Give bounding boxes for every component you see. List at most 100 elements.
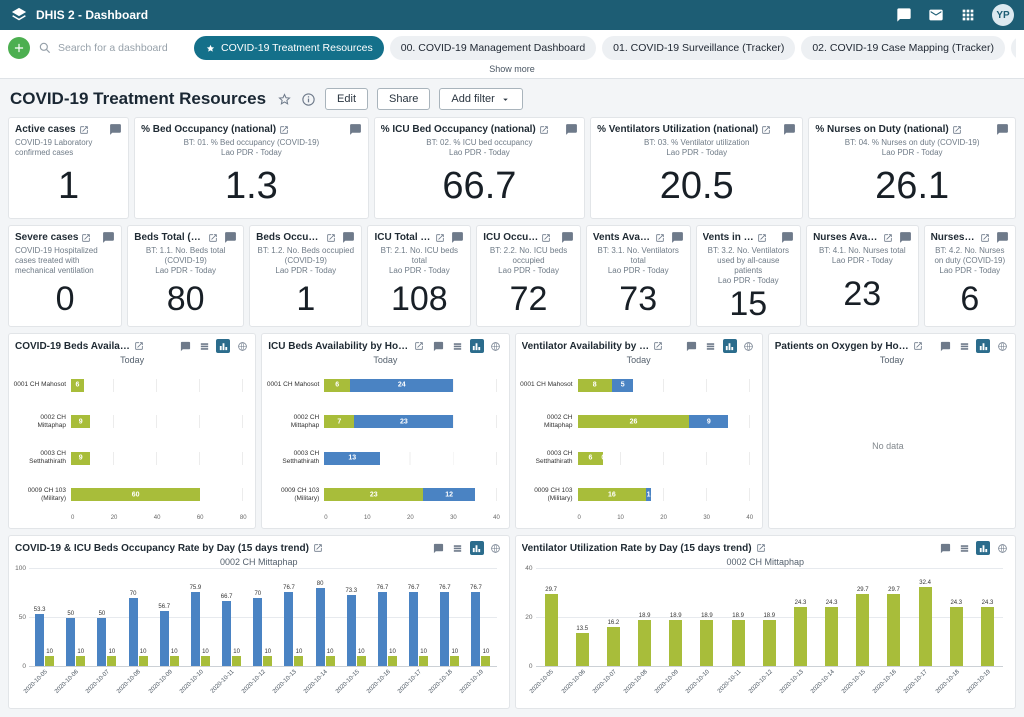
dhis2-logo-icon[interactable] [10, 6, 28, 24]
bar-segment[interactable]: 5 [612, 379, 634, 392]
bar-segment[interactable]: 9 [71, 415, 90, 428]
comments-icon[interactable] [996, 231, 1009, 244]
bar-segment[interactable]: 7 [324, 415, 354, 428]
column-bar[interactable] [326, 656, 335, 666]
kpi-card[interactable]: Beds Total (n…BT: 1.1. No. Beds total (C… [127, 225, 244, 327]
kpi-card[interactable]: Nurses o…BT: 4.2. No. Nurses on duty (CO… [924, 225, 1016, 327]
open-in-app-icon[interactable] [541, 233, 551, 243]
bar-group[interactable]: 66.710 [216, 569, 247, 666]
bar-group[interactable]: 24.3 [785, 569, 816, 666]
open-in-app-icon[interactable] [980, 233, 990, 243]
bar-segment[interactable]: 23 [324, 488, 423, 501]
column-bar[interactable] [97, 618, 106, 667]
bar-group[interactable]: 56.710 [154, 569, 185, 666]
chart-card[interactable]: Ventilator Availability by …Today0001 CH… [515, 333, 763, 529]
open-in-app-icon[interactable] [279, 125, 289, 135]
comments-icon[interactable] [938, 541, 952, 555]
bar-group[interactable]: 76.710 [434, 569, 465, 666]
share-button[interactable]: Share [377, 88, 430, 110]
column-bar[interactable] [139, 656, 148, 666]
messages-icon[interactable] [928, 7, 944, 23]
column-bar[interactable] [794, 607, 807, 666]
kpi-card[interactable]: % ICU Bed Occupancy (national)BT: 02. % … [374, 117, 585, 219]
bar-group[interactable]: 75.910 [185, 569, 216, 666]
column-bar[interactable] [201, 656, 210, 666]
dashboard-chip[interactable]: 02. COVID-19 Case Mapping (Tracker) [801, 36, 1005, 60]
bar-group[interactable]: 18.9 [723, 569, 754, 666]
open-in-app-icon[interactable] [539, 125, 549, 135]
open-in-app-icon[interactable] [761, 125, 771, 135]
column-bar[interactable] [419, 656, 428, 666]
column-bar[interactable] [732, 620, 745, 666]
column-bar[interactable] [347, 595, 356, 666]
open-in-data-visualizer-icon[interactable] [313, 543, 323, 553]
comments-icon[interactable] [938, 339, 952, 353]
column-bar[interactable] [481, 656, 490, 666]
bar-group[interactable]: 18.9 [754, 569, 785, 666]
bar-group[interactable]: 8010 [310, 569, 341, 666]
bar-segment[interactable]: 26 [578, 415, 690, 428]
open-in-data-visualizer-icon[interactable] [134, 341, 144, 351]
column-bar[interactable] [887, 594, 900, 666]
column-bar[interactable] [160, 611, 169, 666]
open-in-app-icon[interactable] [757, 233, 767, 243]
dashboard-chip[interactable]: COVID-19 Treatment Resources [194, 36, 384, 60]
column-bar[interactable] [471, 592, 480, 666]
comments-icon[interactable] [671, 231, 684, 244]
map-view-icon[interactable] [489, 339, 503, 353]
comments-icon[interactable] [561, 231, 574, 244]
bar-segment[interactable]: 60 [71, 488, 200, 501]
bar-group[interactable]: 18.9 [660, 569, 691, 666]
column-bar[interactable] [450, 656, 459, 666]
kpi-card[interactable]: % Nurses on Duty (national)BT: 04. % Nur… [808, 117, 1016, 219]
bar-segment[interactable]: 12 [423, 488, 475, 501]
bar-group[interactable]: 76.710 [372, 569, 403, 666]
kpi-card[interactable]: ICU Occu…BT: 2.2. No. ICU beds occupiedL… [476, 225, 581, 327]
new-dashboard-button[interactable] [8, 37, 30, 59]
dashboard-search[interactable] [38, 41, 186, 55]
bar-segment[interactable]: 9 [689, 415, 728, 428]
bar-segment[interactable]: 8 [578, 379, 612, 392]
comments-icon[interactable] [781, 231, 794, 244]
table-view-icon[interactable] [197, 339, 211, 353]
column-bar[interactable] [107, 656, 116, 666]
chart-view-icon[interactable] [723, 339, 737, 353]
dashboard-chip[interactable]: 01. COVID-19 Surveillance (Tracker) [602, 36, 795, 60]
bar-group[interactable]: 24.3 [816, 569, 847, 666]
comments-icon[interactable] [685, 339, 699, 353]
column-bar[interactable] [129, 598, 138, 666]
trend-chart-card[interactable]: COVID-19 & ICU Beds Occupancy Rate by Da… [8, 535, 510, 709]
column-bar[interactable] [170, 656, 179, 666]
open-in-app-icon[interactable] [435, 233, 445, 243]
star-dashboard-icon[interactable] [277, 92, 292, 107]
column-bar[interactable] [388, 656, 397, 666]
open-in-app-icon[interactable] [81, 233, 91, 243]
chart-view-icon[interactable] [216, 339, 230, 353]
bar-group[interactable]: 29.7 [536, 569, 567, 666]
bar-group[interactable]: 13.5 [567, 569, 598, 666]
open-in-data-visualizer-icon[interactable] [653, 341, 663, 351]
column-bar[interactable] [669, 620, 682, 666]
map-view-icon[interactable] [995, 541, 1009, 555]
interpretations-icon[interactable] [896, 7, 912, 23]
comments-icon[interactable] [178, 339, 192, 353]
column-bar[interactable] [66, 618, 75, 667]
column-bar[interactable] [919, 587, 932, 666]
comments-icon[interactable] [102, 231, 115, 244]
table-view-icon[interactable] [957, 541, 971, 555]
comments-icon[interactable] [451, 231, 464, 244]
map-view-icon[interactable] [235, 339, 249, 353]
column-bar[interactable] [981, 607, 994, 666]
column-bar[interactable] [191, 592, 200, 666]
comments-icon[interactable] [109, 123, 122, 136]
comments-icon[interactable] [565, 123, 578, 136]
bar-group[interactable]: 29.7 [847, 569, 878, 666]
column-bar[interactable] [263, 656, 272, 666]
comments-icon[interactable] [899, 231, 912, 244]
kpi-card[interactable]: Beds Occupie…BT: 1.2. No. Beds occupied … [249, 225, 362, 327]
open-in-app-icon[interactable] [952, 125, 962, 135]
add-filter-button[interactable]: Add filter [439, 88, 522, 110]
table-view-icon[interactable] [957, 339, 971, 353]
dashboard-search-input[interactable] [58, 42, 178, 54]
map-view-icon[interactable] [489, 541, 503, 555]
